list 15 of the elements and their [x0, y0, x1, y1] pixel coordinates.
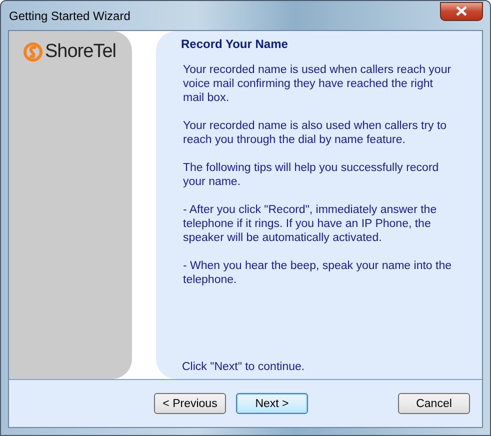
close-button[interactable]: [440, 2, 483, 20]
wizard-button[interactable]: < Previous: [154, 393, 226, 414]
continue-hint: Click "Next" to continue.: [182, 361, 306, 373]
logo-icon: [23, 42, 43, 62]
instruction-paragraph: Your recorded name is used when callers reach your voice mail confirming they have reached the right mail box.: [183, 63, 452, 105]
instruction-paragraph: - When you hear the beep, speak your name into the telephone.: [183, 259, 452, 287]
window-title: Getting Started Wizard: [9, 8, 130, 22]
close-icon: [456, 6, 467, 16]
logo-text: ShoreTel: [45, 41, 116, 63]
page-heading: Record Your Name: [181, 37, 289, 51]
wizard-button[interactable]: Cancel: [398, 393, 470, 414]
instruction-paragraph: - After you click "Record", immediately answer the telephone if it rings. If you have an IP Phone, the speaker will be automatically activated.: [183, 203, 438, 245]
instruction-paragraph: Your recorded name is also used when callers try to reach you through the dial by name feature.: [183, 119, 448, 147]
instruction-paragraph: The following tips will help you successfully record your name.: [183, 161, 440, 189]
wizard-button[interactable]: Next >: [236, 393, 308, 414]
